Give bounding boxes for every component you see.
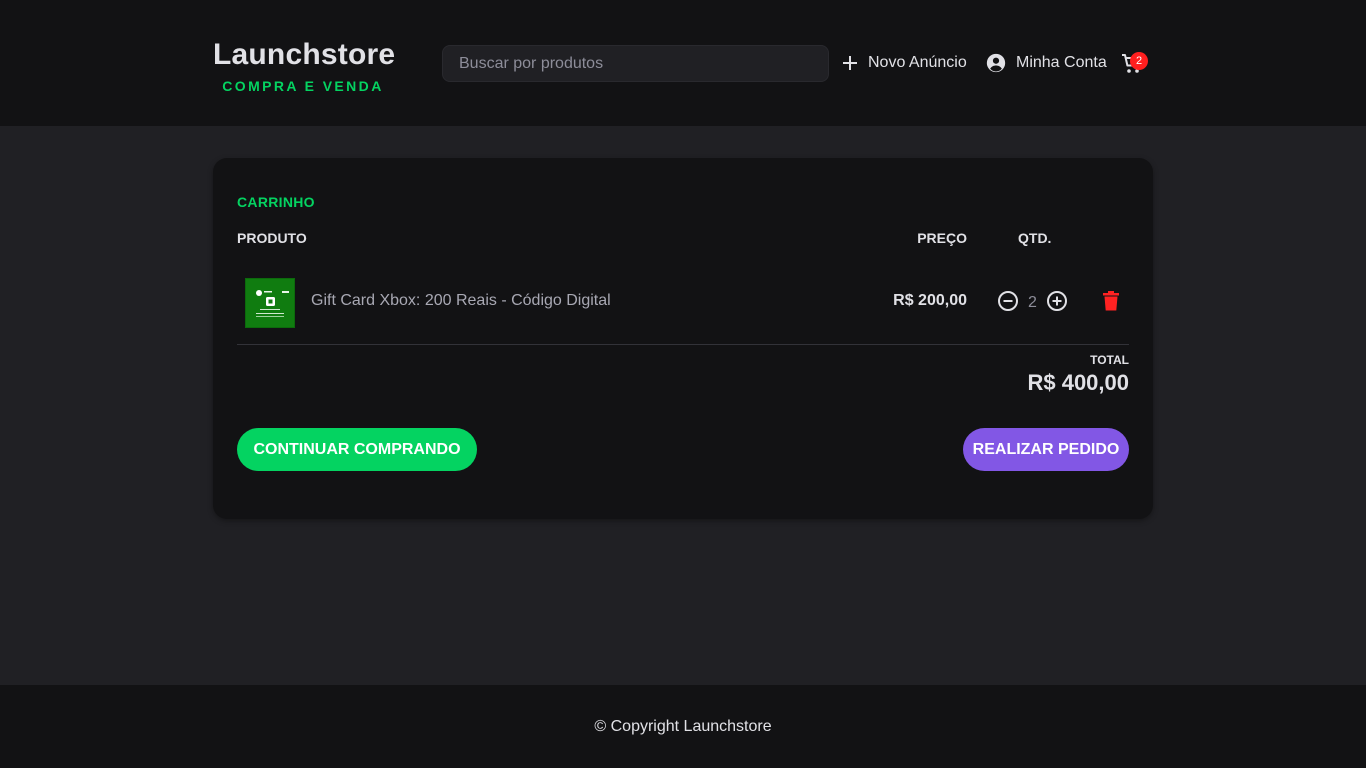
logo[interactable]: Launchstore COMPRA E VENDA — [213, 38, 396, 94]
logo-subtitle: COMPRA E VENDA — [222, 78, 384, 94]
logo-title: Launchstore — [213, 38, 396, 71]
column-header-quantity: QTD. — [1018, 230, 1052, 246]
plus-icon — [843, 56, 857, 70]
total-label: TOTAL — [1090, 353, 1129, 367]
account-circle-icon — [986, 53, 1006, 73]
cart-title: CARRINHO — [237, 194, 315, 210]
copyright-text: © Copyright Launchstore — [594, 717, 772, 735]
increase-quantity-button[interactable] — [1046, 290, 1068, 312]
cart-divider — [237, 344, 1129, 345]
xbox-logo-icon — [246, 279, 294, 327]
cart-button[interactable]: 2 — [1120, 50, 1152, 78]
account-label: Minha Conta — [1016, 54, 1107, 71]
total-value: R$ 400,00 — [1027, 370, 1129, 395]
account-link[interactable]: Minha Conta — [985, 50, 1107, 76]
site-footer: © Copyright Launchstore — [0, 685, 1366, 768]
cart-count-badge: 2 — [1130, 52, 1148, 70]
new-ad-label: Novo Anúncio — [868, 54, 967, 71]
cart-card: CARRINHO PRODUTO PREÇO QTD. Gift Card Xb… — [213, 158, 1153, 519]
product-name[interactable]: Gift Card Xbox: 200 Reais - Código Digit… — [311, 292, 611, 310]
column-header-price: PREÇO — [917, 230, 967, 246]
search-input[interactable] — [442, 45, 829, 82]
product-price: R$ 200,00 — [893, 292, 967, 309]
quantity-value: 2 — [1028, 294, 1037, 311]
place-order-button[interactable]: REALIZAR PEDIDO — [963, 428, 1129, 471]
xbox-gift-card-image[interactable] — [245, 278, 295, 328]
new-ad-link[interactable]: Novo Anúncio — [841, 50, 967, 76]
decrease-quantity-button[interactable] — [997, 290, 1019, 312]
delete-item-button[interactable] — [1101, 290, 1121, 312]
column-header-product: PRODUTO — [237, 230, 307, 246]
site-header: Launchstore COMPRA E VENDA Novo Anúncio … — [0, 0, 1366, 126]
continue-shopping-button[interactable]: CONTINUAR COMPRANDO — [237, 428, 477, 471]
